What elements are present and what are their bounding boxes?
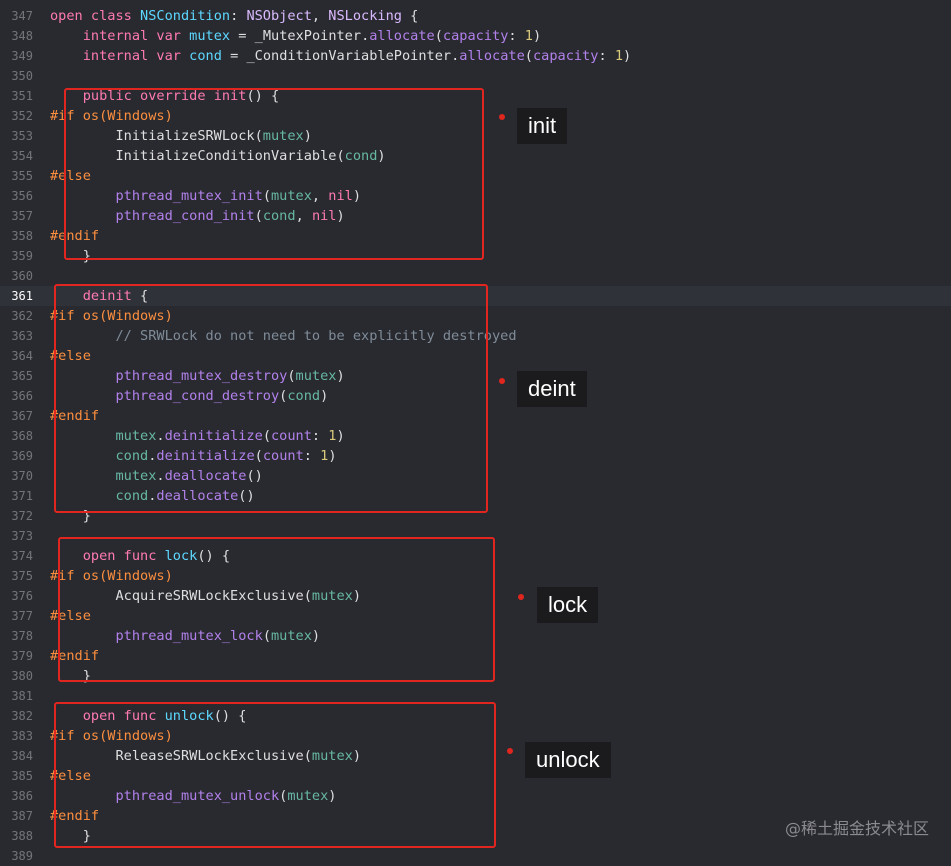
line-number: 350: [11, 69, 33, 83]
code-token: ): [532, 28, 542, 44]
line-number: 368: [11, 429, 33, 443]
line-number: 361: [11, 289, 33, 303]
code-line[interactable]: 350: [0, 66, 951, 86]
line-number: 385: [11, 769, 33, 783]
unlock-label: unlock: [525, 742, 611, 778]
code-token: var: [156, 48, 190, 64]
line-number: 380: [11, 669, 33, 683]
code-token: _ConditionVariablePointer: [246, 48, 452, 64]
line-number: 348: [11, 29, 33, 43]
code-token: 1: [524, 28, 533, 44]
lock-label: lock: [537, 587, 599, 623]
init-marker-dot: [499, 114, 505, 120]
line-number: 383: [11, 729, 33, 743]
line-number: 369: [11, 449, 33, 463]
code-token: NSCondition: [140, 8, 231, 24]
line-number: 376: [11, 589, 33, 603]
code-token: (: [524, 48, 533, 64]
code-line[interactable]: 360: [0, 266, 951, 286]
code-token: open: [50, 8, 91, 24]
line-number: 377: [11, 609, 33, 623]
line-number: 365: [11, 369, 33, 383]
line-number: 362: [11, 309, 33, 323]
code-token: allocate: [369, 28, 435, 44]
code-token: :: [598, 48, 615, 64]
line-number: 374: [11, 549, 33, 563]
unlock-highlight-box: [54, 702, 496, 848]
code-token: internal: [82, 28, 157, 44]
line-number: 379: [11, 649, 33, 663]
line-number: 353: [11, 129, 33, 143]
code-token: allocate: [459, 48, 525, 64]
code-token: capacity: [442, 28, 509, 44]
code-token: NSObject: [246, 8, 312, 24]
code-token: :: [508, 28, 525, 44]
line-number: 364: [11, 349, 33, 363]
code-token: ,: [311, 8, 329, 24]
line-number: 388: [11, 829, 33, 843]
line-number: 363: [11, 329, 33, 343]
deinit-label: deint: [517, 371, 587, 407]
code-token: internal: [82, 48, 157, 64]
line-number: 367: [11, 409, 33, 423]
line-number: 347: [11, 9, 33, 23]
line-number: 386: [11, 789, 33, 803]
line-number: 360: [11, 269, 33, 283]
lock-marker-dot: [518, 594, 524, 600]
code-line[interactable]: 347 open class NSCondition: NSObject, NSL…: [0, 6, 951, 26]
code-token: cond: [189, 48, 222, 64]
code-token: {: [401, 8, 419, 24]
code-token: NSLocking: [328, 8, 402, 24]
code-text: open class NSCondition: NSObject, NSLock…: [50, 6, 418, 26]
line-number: 389: [11, 849, 33, 863]
lock-highlight-box: [58, 537, 495, 682]
code-token: (: [434, 28, 443, 44]
line-number: 357: [11, 209, 33, 223]
line-number: 352: [11, 109, 33, 123]
deinit-marker-dot: [499, 378, 505, 384]
code-token: =: [221, 48, 247, 64]
code-token: 1: [614, 48, 623, 64]
init-label: init: [517, 108, 568, 144]
line-number: 372: [11, 509, 33, 523]
line-number: 373: [11, 529, 33, 543]
line-number: 349: [11, 49, 33, 63]
init-highlight-box: [64, 88, 484, 260]
code-line[interactable]: 349 internal var cond = _ConditionVariab…: [0, 46, 951, 66]
unlock-marker-dot: [507, 748, 513, 754]
line-number: 370: [11, 469, 33, 483]
code-token: capacity: [532, 48, 599, 64]
code-text: internal var mutex = _MutexPointer.alloc…: [50, 26, 541, 46]
line-number: 371: [11, 489, 33, 503]
line-number: 384: [11, 749, 33, 763]
line-number: 366: [11, 389, 33, 403]
line-number: 375: [11, 569, 33, 583]
code-line[interactable]: 389: [0, 846, 951, 866]
code-token: var: [156, 28, 190, 44]
line-number: 387: [11, 809, 33, 823]
code-token: =: [230, 28, 255, 44]
code-token: ): [623, 48, 632, 64]
line-number: 355: [11, 169, 33, 183]
line-number: 382: [11, 709, 33, 723]
line-number: 381: [11, 689, 33, 703]
line-number: 354: [11, 149, 33, 163]
code-token: mutex: [189, 28, 231, 44]
code-text: internal var cond = _ConditionVariablePo…: [50, 46, 631, 66]
line-number: 378: [11, 629, 33, 643]
code-token: _MutexPointer: [254, 28, 362, 44]
code-line[interactable]: 348 internal var mutex = _MutexPointer.a…: [0, 26, 951, 46]
line-number: 359: [11, 249, 33, 263]
deinit-highlight-box: [54, 284, 488, 513]
line-number: 358: [11, 229, 33, 243]
line-number: 356: [11, 189, 33, 203]
watermark: @稀土掘金技术社区: [784, 819, 929, 838]
line-number: 351: [11, 89, 33, 103]
code-token: :: [230, 8, 247, 24]
code-token: class: [90, 8, 141, 24]
